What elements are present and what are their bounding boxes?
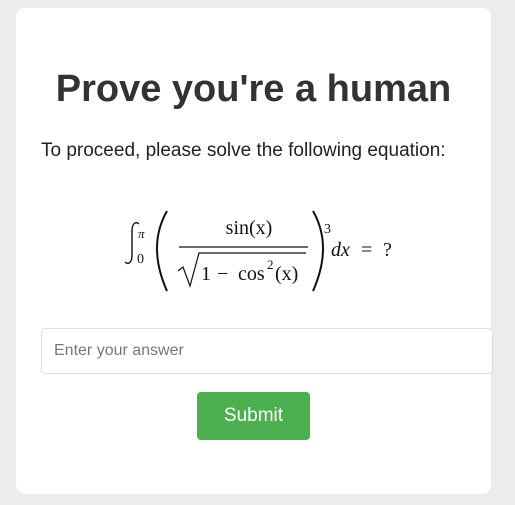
right-parenthesis xyxy=(312,210,324,292)
denominator-argument: (x) xyxy=(275,263,298,285)
unknown-value: ? xyxy=(383,239,392,261)
equation-graphic: π 0 sin(x) 1 − cos 2 (x) 3 dx = ? xyxy=(124,210,392,292)
equation: π 0 sin(x) 1 − cos 2 (x) 3 dx = ? xyxy=(121,201,401,301)
answer-input[interactable] xyxy=(41,328,493,374)
captcha-title: Prove you're a human xyxy=(55,68,452,110)
denominator-one: 1 xyxy=(201,263,211,285)
equals-sign: = xyxy=(361,239,372,261)
integral-upper-limit: π xyxy=(138,226,145,241)
submit-button[interactable]: Submit xyxy=(197,392,310,440)
outer-exponent: 3 xyxy=(324,222,331,237)
denominator-power: 2 xyxy=(267,257,274,272)
denominator-minus: − xyxy=(217,263,228,285)
left-parenthesis xyxy=(156,210,168,292)
captcha-instruction: To proceed, please solve the following e… xyxy=(41,140,446,161)
differential: dx xyxy=(331,239,350,261)
denominator-cos: cos xyxy=(238,263,265,285)
integral-lower-limit: 0 xyxy=(137,252,144,267)
fraction-numerator: sin(x) xyxy=(226,217,273,239)
captcha-card: Prove you're a human To proceed, please … xyxy=(16,8,493,494)
